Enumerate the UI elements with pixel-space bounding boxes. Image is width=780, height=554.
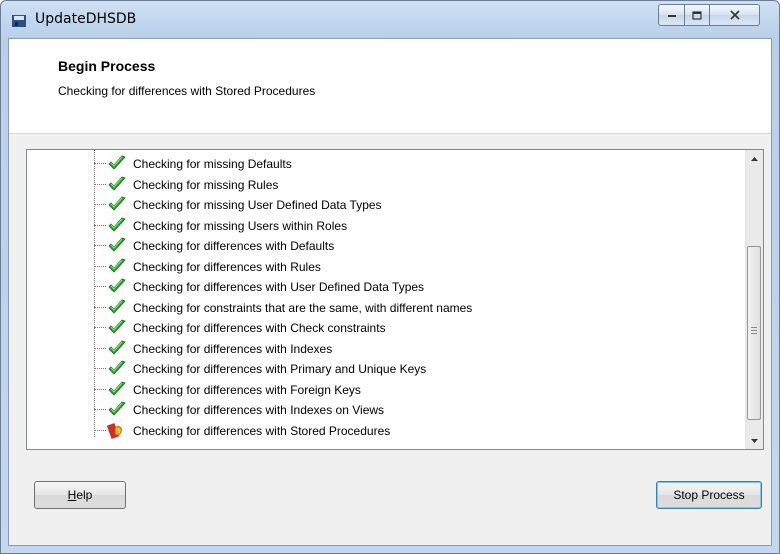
- tree-item[interactable]: Checking for differences with Foreign Ke…: [27, 380, 727, 400]
- scroll-up-button[interactable]: [746, 150, 763, 167]
- tree-item-label: Checking for differences with Stored Pro…: [133, 423, 391, 438]
- header-panel: Begin Process Checking for differences w…: [9, 39, 771, 134]
- check-icon: [107, 217, 127, 235]
- title-bar[interactable]: UpdateDHSDB: [1, 1, 779, 37]
- tree-connector: [94, 265, 106, 267]
- tree-connector: [94, 347, 106, 349]
- help-button-label: elp: [76, 488, 93, 502]
- tree-connector: [94, 183, 106, 185]
- tree-item-label: Checking for differences with User Defin…: [133, 280, 425, 294]
- page-title: Begin Process: [58, 58, 156, 74]
- tree-connector: [94, 327, 106, 328]
- app-icon: [12, 15, 26, 27]
- tree-item[interactable]: Checking for differences with User Defin…: [27, 277, 727, 297]
- tree-item[interactable]: Checking for differences with Stored Pro…: [27, 421, 727, 441]
- window-title: UpdateDHSDB: [35, 11, 137, 27]
- tree-connector: [94, 163, 106, 164]
- tree-item-label: Checking for constraints that are the sa…: [133, 300, 473, 315]
- check-icon: [107, 237, 127, 255]
- tree-item-label: Checking for differences with Defaults: [133, 239, 335, 253]
- dialog-body: Begin Process Checking for differences w…: [8, 38, 772, 546]
- tree-item[interactable]: Checking for differences with Defaults: [27, 236, 727, 256]
- check-icon: [107, 278, 127, 296]
- tree-item[interactable]: Checking for missing Defaults: [27, 154, 727, 174]
- check-icon: [107, 196, 127, 214]
- scroll-thumb[interactable]: [747, 246, 761, 420]
- check-icon: [107, 360, 127, 378]
- minimize-icon: [667, 15, 676, 17]
- tree-item[interactable]: Checking for constraints that are the sa…: [27, 298, 727, 318]
- tree-item-label: Checking for differences with Indexes on…: [133, 403, 385, 417]
- tree-item-label: Checking for differences with Primary an…: [133, 362, 427, 376]
- stop-process-button[interactable]: Stop Process: [656, 481, 762, 509]
- vertical-scrollbar[interactable]: [745, 150, 763, 449]
- check-icon: [107, 340, 127, 358]
- tree-connector: [94, 368, 106, 369]
- progress-tree[interactable]: Checking for missing Defaults Checking fo…: [26, 149, 764, 450]
- close-button[interactable]: [710, 4, 760, 26]
- tree-item-label: Checking for missing Users within Roles: [133, 218, 348, 233]
- tree-item-label: Checking for missing Rules: [133, 177, 279, 192]
- tree-item[interactable]: Checking for differences with Check cons…: [27, 318, 727, 338]
- tree-item[interactable]: Checking for missing Rules: [27, 175, 727, 195]
- help-button-mnemonic: H: [67, 488, 77, 502]
- tree-item[interactable]: Checking for differences with Indexes on…: [27, 400, 727, 420]
- tree-item-label: Checking for missing Defaults: [133, 157, 292, 171]
- tree-connector: [94, 286, 106, 287]
- check-icon: [107, 155, 127, 173]
- in-progress-icon: [106, 422, 127, 440]
- tree-item-label: Checking for differences with Indexes: [133, 341, 333, 356]
- tree-connector: [94, 429, 106, 431]
- tree-connector: [94, 204, 106, 205]
- tree-item[interactable]: Checking for differences with Indexes: [27, 339, 727, 359]
- minimize-button[interactable]: [658, 4, 684, 26]
- help-button[interactable]: Help: [34, 481, 126, 509]
- check-icon: [107, 401, 127, 419]
- tree-connector: [94, 224, 106, 226]
- check-icon: [107, 299, 127, 317]
- check-icon: [107, 258, 127, 276]
- check-icon: [107, 381, 127, 399]
- main-window: UpdateDHSDB Begin Process Checking for d…: [0, 0, 780, 554]
- tree-item[interactable]: Checking for differences with Primary an…: [27, 359, 727, 379]
- tree-connector: [94, 245, 106, 246]
- chevron-down-icon: [751, 438, 758, 443]
- scroll-down-button[interactable]: [746, 432, 763, 449]
- tree-item[interactable]: Checking for missing User Defined Data T…: [27, 195, 727, 215]
- maximize-icon: [692, 10, 702, 20]
- close-icon: [729, 10, 740, 20]
- grip-icon: [751, 327, 757, 336]
- check-icon: [107, 319, 127, 337]
- tree-connector: [94, 306, 106, 308]
- tree-item-label: Checking for differences with Rules: [133, 259, 321, 274]
- tree-item[interactable]: Checking for missing Users within Roles: [27, 216, 727, 236]
- maximize-button[interactable]: [684, 4, 710, 26]
- tree-item[interactable]: Checking for differences with Rules: [27, 257, 727, 277]
- tree-item-label: Checking for differences with Foreign Ke…: [133, 382, 361, 397]
- check-icon: [107, 176, 127, 194]
- tree-item-label: Checking for differences with Check cons…: [133, 321, 386, 335]
- tree-connector: [94, 388, 106, 390]
- chevron-up-icon: [751, 156, 758, 161]
- page-subtitle: Checking for differences with Stored Pro…: [58, 84, 316, 98]
- tree-connector: [94, 409, 106, 410]
- tree-item-label: Checking for missing User Defined Data T…: [133, 198, 382, 212]
